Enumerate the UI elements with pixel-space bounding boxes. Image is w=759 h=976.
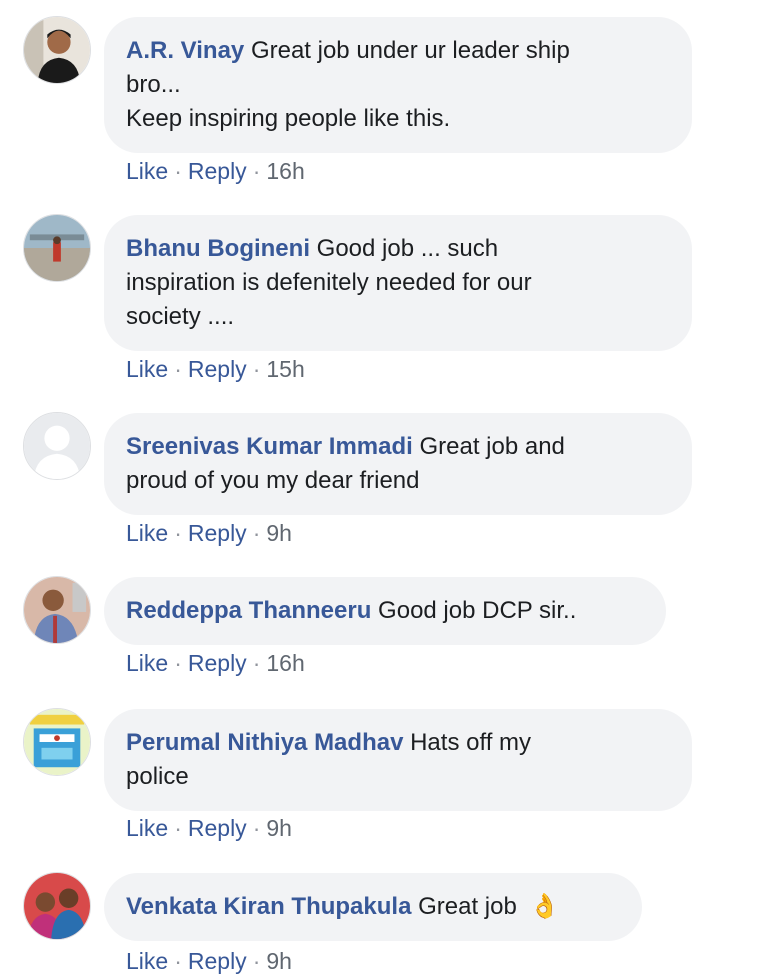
timestamp[interactable]: 9h — [266, 815, 292, 841]
comment-actions: Like · Reply · 9h — [126, 813, 292, 843]
separator: · — [252, 520, 261, 546]
comment-bubble: Bhanu Bogineni Good job ... such inspira… — [104, 215, 692, 351]
comment-actions: Like · Reply · 16h — [126, 648, 305, 678]
comment-author[interactable]: A.R. Vinay — [126, 37, 244, 64]
reply-button[interactable]: Reply — [188, 650, 247, 676]
like-button[interactable]: Like — [126, 948, 168, 974]
comment-actions: Like · Reply · 16h — [126, 156, 305, 186]
timestamp[interactable]: 16h — [266, 158, 304, 184]
timestamp[interactable]: 15h — [266, 356, 304, 382]
profile-photo-icon — [24, 577, 90, 643]
reply-button[interactable]: Reply — [188, 815, 247, 841]
comment-author[interactable]: Bhanu Bogineni — [126, 235, 310, 262]
avatar[interactable] — [23, 576, 91, 644]
reply-button[interactable]: Reply — [188, 356, 247, 382]
timestamp[interactable]: 16h — [266, 650, 304, 676]
separator: · — [252, 356, 261, 382]
like-button[interactable]: Like — [126, 158, 168, 184]
timestamp[interactable]: 9h — [266, 948, 292, 974]
separator: · — [252, 815, 261, 841]
default-profile-icon — [24, 413, 90, 479]
separator: · — [174, 520, 182, 546]
comment-author[interactable]: Venkata Kiran Thupakula — [126, 893, 411, 920]
avatar[interactable] — [23, 872, 91, 940]
avatar[interactable] — [23, 412, 91, 480]
profile-photo-icon — [24, 709, 90, 775]
separator: · — [252, 650, 261, 676]
avatar[interactable] — [23, 16, 91, 84]
reply-button[interactable]: Reply — [188, 520, 247, 546]
like-button[interactable]: Like — [126, 650, 168, 676]
profile-photo-icon — [24, 215, 90, 281]
timestamp[interactable]: 9h — [266, 520, 292, 546]
separator: · — [252, 158, 261, 184]
comment-bubble: A.R. Vinay Great job under ur leader shi… — [104, 17, 692, 153]
separator: · — [174, 650, 182, 676]
separator: · — [252, 948, 261, 974]
profile-photo-icon — [24, 17, 90, 83]
comment-actions: Like · Reply · 15h — [126, 354, 305, 384]
comment-author[interactable]: Reddeppa Thanneeru — [126, 597, 371, 624]
comment-actions: Like · Reply · 9h — [126, 518, 292, 548]
separator: · — [174, 948, 182, 974]
comment-author[interactable]: Sreenivas Kumar Immadi — [126, 433, 413, 460]
comment-bubble: Sreenivas Kumar Immadi Great job and pro… — [104, 413, 692, 515]
comment-bubble: Reddeppa Thanneeru Good job DCP sir.. — [104, 577, 666, 645]
comment-author[interactable]: Perumal Nithiya Madhav — [126, 729, 403, 756]
comment-text: Great job — [418, 893, 517, 920]
like-button[interactable]: Like — [126, 815, 168, 841]
reply-button[interactable]: Reply — [188, 948, 247, 974]
comment-actions: Like · Reply · 9h — [126, 946, 292, 976]
reply-button[interactable]: Reply — [188, 158, 247, 184]
comment-text: Good job DCP sir.. — [378, 597, 577, 624]
separator: · — [174, 815, 182, 841]
like-button[interactable]: Like — [126, 356, 168, 382]
comment-bubble: Venkata Kiran Thupakula Great job 👌 — [104, 873, 642, 941]
avatar[interactable] — [23, 214, 91, 282]
avatar[interactable] — [23, 708, 91, 776]
separator: · — [174, 158, 182, 184]
profile-photo-icon — [24, 873, 90, 939]
comment-bubble: Perumal Nithiya Madhav Hats off my polic… — [104, 709, 692, 811]
separator: · — [174, 356, 182, 382]
ok-hand-emoji-icon: 👌 — [529, 893, 560, 920]
like-button[interactable]: Like — [126, 520, 168, 546]
